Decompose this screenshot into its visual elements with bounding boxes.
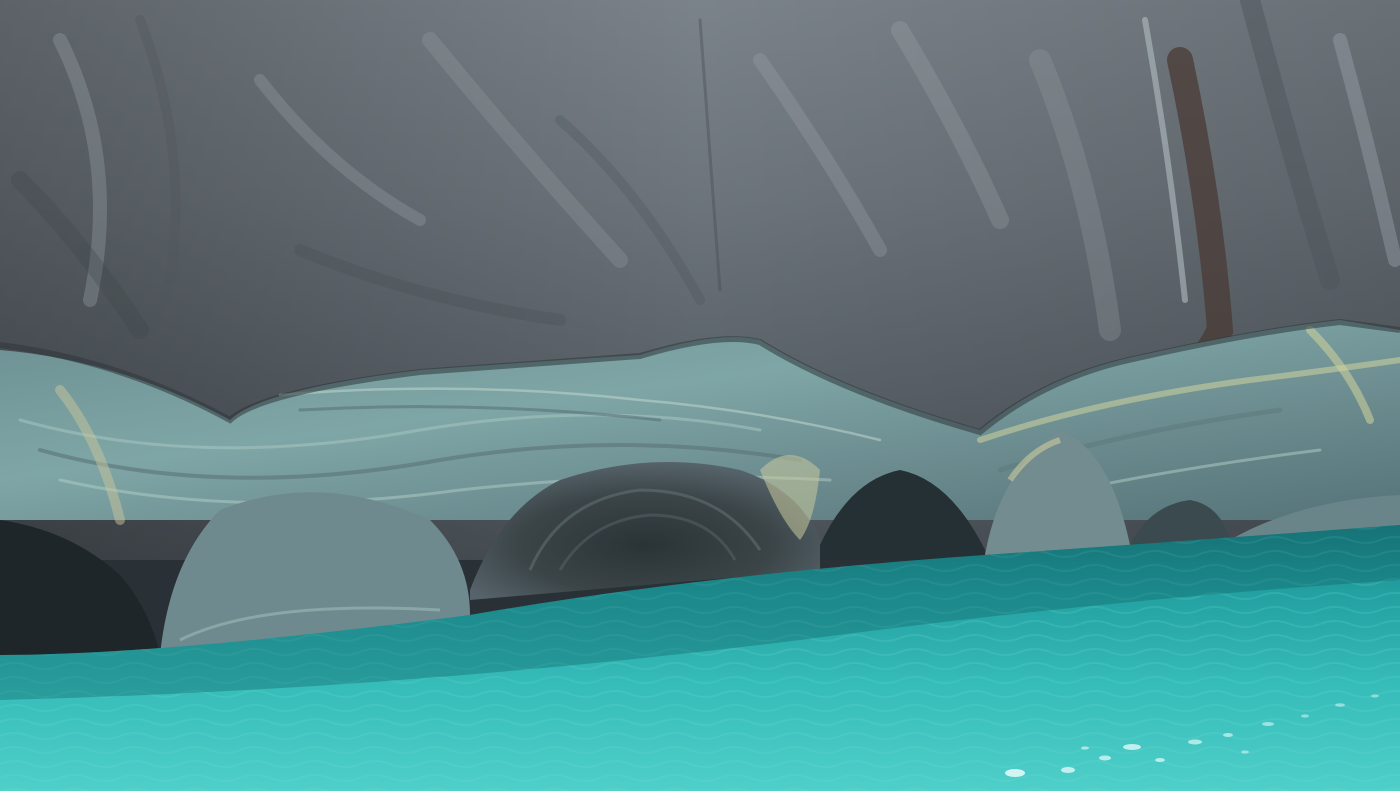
marble-caves-photo [0, 0, 1400, 791]
